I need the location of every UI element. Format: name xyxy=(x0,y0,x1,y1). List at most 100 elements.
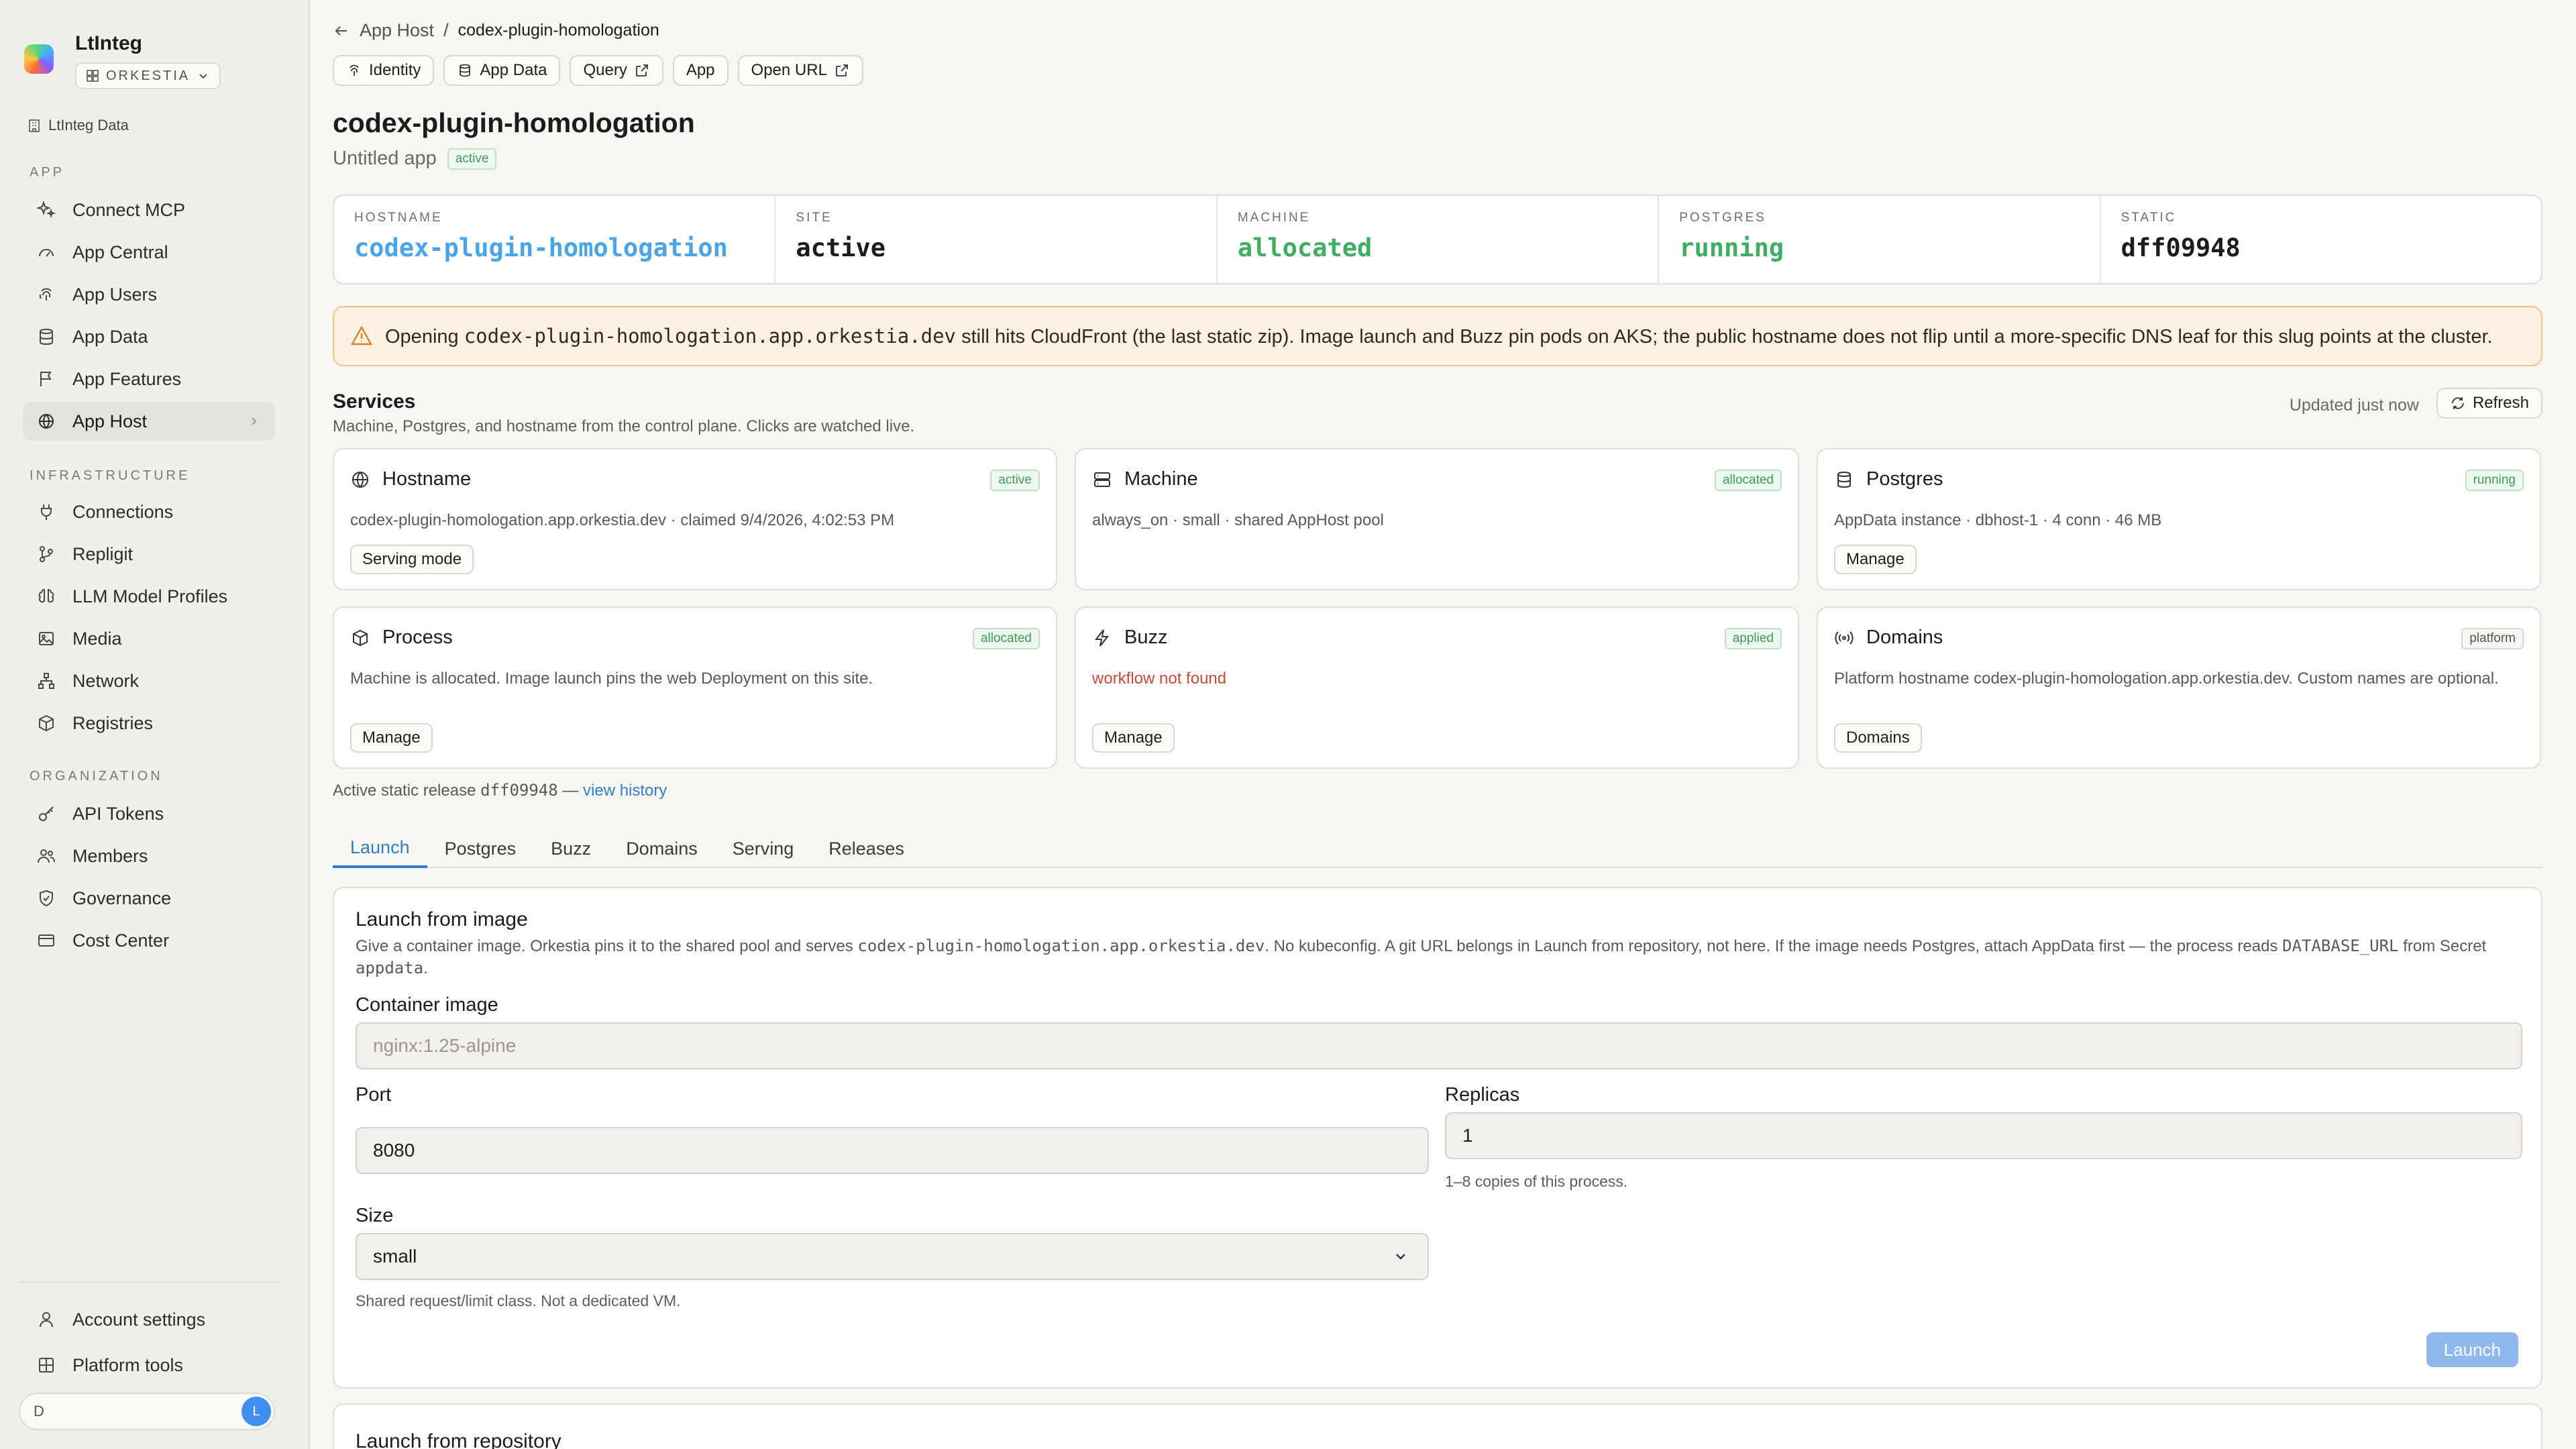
stat-static: STATIC dff09948 xyxy=(2121,211,2241,262)
port-input[interactable]: 8080 xyxy=(356,1127,1429,1174)
tab-releases[interactable]: Releases xyxy=(811,829,922,868)
brand-name: LtInteg xyxy=(75,32,142,54)
serving-mode-button[interactable]: Serving mode xyxy=(350,545,474,574)
arrow-left-icon[interactable] xyxy=(333,22,350,40)
service-card-hostname: Hostname active codex-plugin-homologatio… xyxy=(333,448,1057,590)
domains-button[interactable]: Domains xyxy=(1834,723,1922,753)
breadcrumb-current: codex-plugin-homologation xyxy=(458,21,659,40)
page-title: codex-plugin-homologation xyxy=(333,107,695,138)
database-icon xyxy=(460,64,471,77)
sidebar-item-app-host[interactable]: App Host xyxy=(23,402,275,441)
sidebar-item-app-features[interactable]: App Features xyxy=(23,360,275,398)
warning-icon xyxy=(350,325,373,345)
sidebar-item-app-data[interactable]: App Data xyxy=(23,317,275,356)
sidebar-item-api-tokens[interactable]: API Tokens xyxy=(23,794,275,833)
service-card-postgres: Postgres running AppData instance · dbho… xyxy=(1817,448,2541,590)
query-button[interactable]: Query xyxy=(570,55,663,86)
sidebar-item-connections[interactable]: Connections xyxy=(23,492,275,531)
launch-from-image-panel: Launch from image Give a container image… xyxy=(333,887,2542,1389)
refresh-icon xyxy=(2452,397,2464,409)
services-title: Services xyxy=(333,390,416,413)
sidebar-item-connect-mcp[interactable]: Connect MCP xyxy=(23,191,275,229)
avatar[interactable]: L xyxy=(241,1397,271,1426)
image-icon xyxy=(39,632,54,645)
size-select[interactable]: small xyxy=(356,1233,1429,1280)
section-app: APP xyxy=(30,165,65,180)
buzz-manage-button[interactable]: Manage xyxy=(1092,723,1175,753)
panel-title: Launch from repository xyxy=(356,1430,561,1449)
git-branch-icon xyxy=(40,546,53,562)
size-hint: Shared request/limit class. Not a dedica… xyxy=(356,1292,681,1309)
tab-postgres[interactable]: Postgres xyxy=(427,829,534,868)
brand-logo xyxy=(24,44,54,74)
globe-icon xyxy=(352,471,368,488)
sidebar-item-repligit[interactable]: Repligit xyxy=(23,535,275,574)
app-data-button[interactable]: App Data xyxy=(443,55,561,86)
tab-serving[interactable]: Serving xyxy=(715,829,812,868)
tab-domains[interactable]: Domains xyxy=(608,829,715,868)
platform-tools-link[interactable]: Platform tools xyxy=(23,1346,275,1385)
replicas-input[interactable]: 1 xyxy=(1445,1112,2522,1159)
gauge-icon xyxy=(39,249,54,257)
tab-buzz[interactable]: Buzz xyxy=(533,829,608,868)
org-switcher[interactable]: ORKESTIA xyxy=(75,62,221,89)
sidebar-divider xyxy=(19,1281,282,1283)
container-image-input[interactable]: nginx:1.25-alpine xyxy=(356,1022,2522,1069)
service-card-machine: Machine allocated always_on · small · sh… xyxy=(1075,448,1799,590)
tab-bar: Launch Postgres Buzz Domains Serving Rel… xyxy=(333,829,2542,868)
tab-launch[interactable]: Launch xyxy=(333,829,427,868)
launch-button[interactable]: Launch xyxy=(2426,1332,2518,1367)
sidebar-item-app-users[interactable]: App Users xyxy=(23,275,275,314)
app-name: Untitled app xyxy=(333,148,437,169)
hostname-value[interactable]: codex-plugin-homologation xyxy=(354,233,754,262)
org-data-link[interactable]: LtInteg Data xyxy=(27,117,129,134)
fingerprint-icon xyxy=(350,64,359,76)
sidebar-item-network[interactable]: Network xyxy=(23,661,275,700)
breadcrumb-parent[interactable]: App Host xyxy=(360,20,434,41)
sidebar-item-members[interactable]: Members xyxy=(23,837,275,875)
identity-button[interactable]: Identity xyxy=(333,55,435,86)
postgres-manage-button[interactable]: Manage xyxy=(1834,545,1917,574)
sidebar-item-governance[interactable]: Governance xyxy=(23,879,275,918)
warning-hostname: codex-plugin-homologation.app.orkestia.d… xyxy=(464,324,957,347)
view-history-link[interactable]: view history xyxy=(583,782,667,800)
brain-icon xyxy=(38,588,54,603)
sidebar-item-llm-model-profiles[interactable]: LLM Model Profiles xyxy=(23,577,275,616)
org-data-label: LtInteg Data xyxy=(48,117,129,133)
sidebar-item-app-central[interactable]: App Central xyxy=(23,233,275,272)
buzz-error: workflow not found xyxy=(1092,669,1227,688)
user-icon xyxy=(40,1312,53,1328)
app-button[interactable]: App xyxy=(672,55,729,86)
panel-description: Give a container image. Orkestia pins it… xyxy=(356,936,2487,977)
chevron-down-icon xyxy=(1396,1254,1405,1260)
chevron-right-icon xyxy=(252,417,257,425)
open-url-button[interactable]: Open URL xyxy=(737,55,863,86)
status-badge: allocated xyxy=(972,628,1040,649)
flag-icon xyxy=(40,372,52,386)
database-icon xyxy=(1837,471,1851,488)
external-link-icon xyxy=(635,64,648,76)
sidebar-item-cost-center[interactable]: Cost Center xyxy=(23,921,275,960)
section-organization: ORGANIZATION xyxy=(30,769,163,784)
external-link-icon xyxy=(836,64,848,76)
release-id: dff09948 xyxy=(480,781,558,800)
status-badge: active xyxy=(447,148,497,170)
sidebar-search-input[interactable]: D L xyxy=(19,1393,275,1430)
sidebar-item-media[interactable]: Media xyxy=(23,619,275,658)
sidebar-item-registries[interactable]: Registries xyxy=(23,704,275,743)
account-settings-link[interactable]: Account settings xyxy=(23,1300,275,1339)
globe-icon xyxy=(39,414,54,429)
plug-icon xyxy=(41,504,52,520)
users-icon xyxy=(38,849,55,863)
chevron-down-icon xyxy=(199,74,207,79)
box-icon xyxy=(353,629,368,646)
org-name: ORKESTIA xyxy=(106,68,191,83)
process-manage-button[interactable]: Manage xyxy=(350,723,433,753)
refresh-button[interactable]: Refresh xyxy=(2436,388,2542,419)
status-badge: applied xyxy=(1724,628,1782,649)
section-infrastructure: INFRASTRUCTURE xyxy=(30,468,191,483)
sparkle-icon xyxy=(36,200,56,219)
service-card-domains: Domains platform Platform hostname codex… xyxy=(1817,606,2541,769)
service-card-buzz: Buzz applied workflow not found Manage xyxy=(1075,606,1799,769)
port-label: Port xyxy=(356,1084,392,1106)
